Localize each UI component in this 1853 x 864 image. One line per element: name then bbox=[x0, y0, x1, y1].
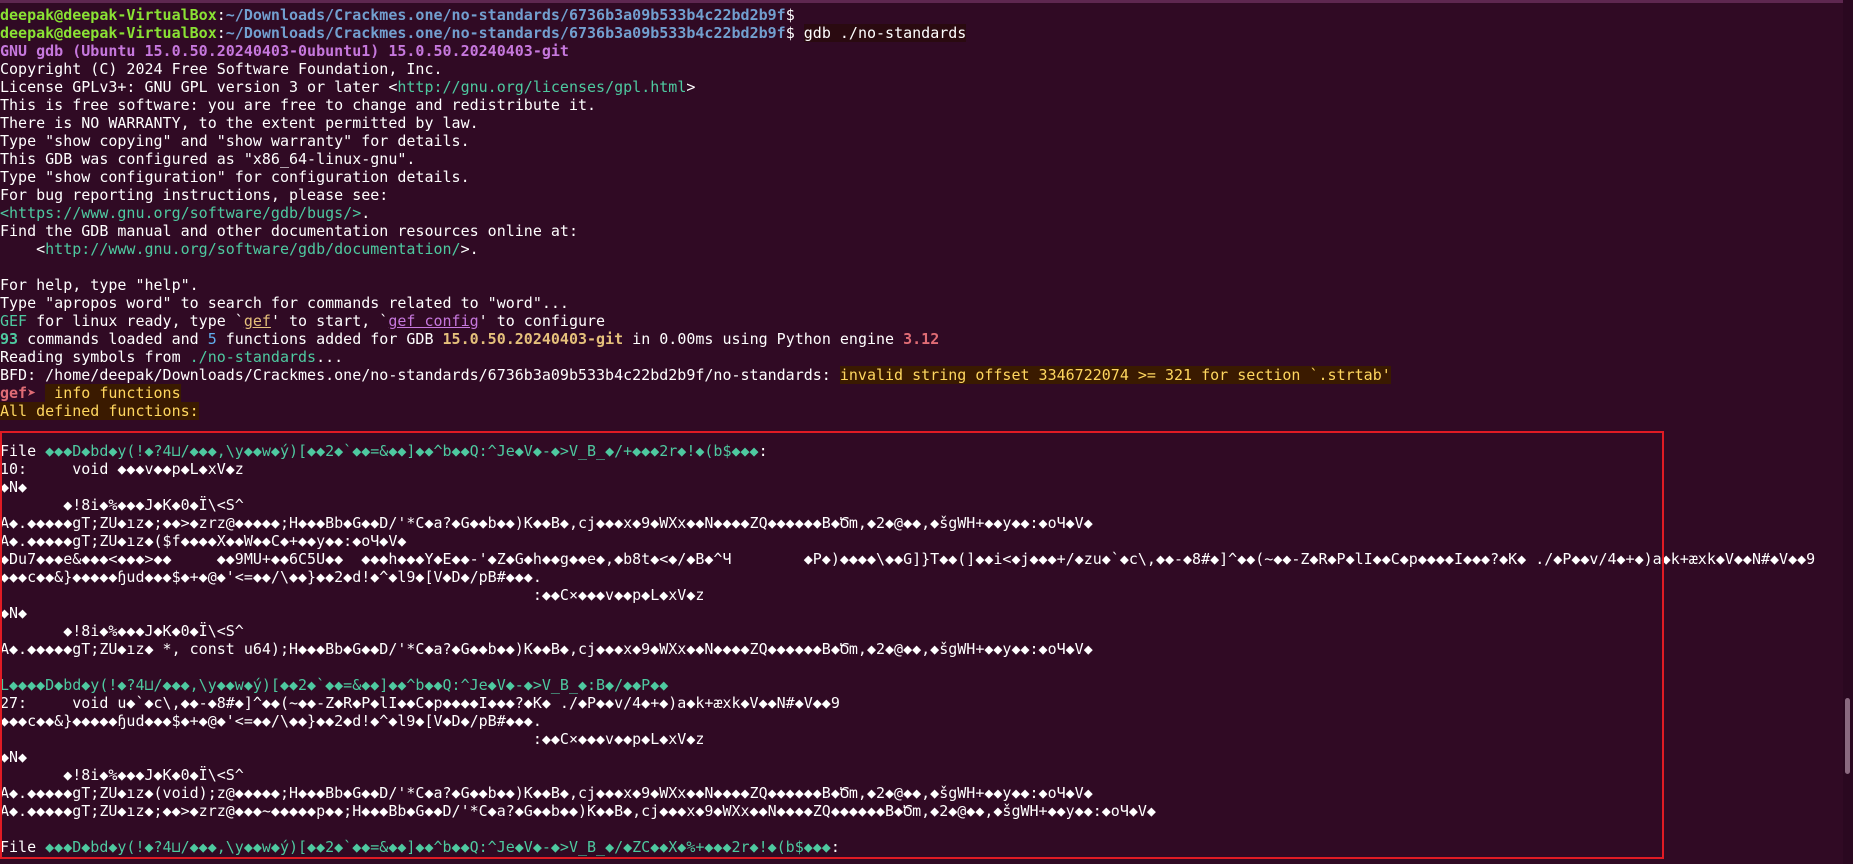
no-warranty-line: There is NO WARRANTY, to the extent perm… bbox=[0, 114, 479, 132]
gef-config-command: gef config bbox=[388, 312, 479, 330]
prompt-path: ~/Downloads/Crackmes.one/no-standards/67… bbox=[225, 24, 786, 42]
apropos-line: Type "apropos word" to search for comman… bbox=[0, 294, 569, 312]
command-count: 93 bbox=[0, 330, 19, 348]
shell-prompt-line: deepak@deepak-VirtualBox:~/Downloads/Cra… bbox=[0, 24, 967, 42]
bfd-path: BFD: /home/deepak/Downloads/Crackmes.one… bbox=[0, 366, 840, 384]
prompt-symbol: $ bbox=[785, 6, 795, 24]
copyright-line: Copyright (C) 2024 Free Software Foundat… bbox=[0, 60, 443, 78]
configured-line: This GDB was configured as "x86_64-linux… bbox=[0, 150, 416, 168]
loaded-text: functions added for GDB bbox=[216, 330, 443, 348]
bfd-error-line: BFD: /home/deepak/Downloads/Crackmes.one… bbox=[0, 366, 1835, 384]
all-defined-heading: All defined functions: bbox=[0, 402, 199, 420]
gef-text: ' to start, ` bbox=[270, 312, 389, 330]
gef-ready-line: GEF for linux ready, type `gef' to start… bbox=[0, 312, 1835, 330]
gef-command: gef bbox=[243, 312, 271, 330]
find-manual-line: Find the GDB manual and other documentat… bbox=[0, 222, 578, 240]
bug-link[interactable]: <https://www.gnu.org/software/gdb/bugs/> bbox=[0, 204, 361, 222]
highlight-box bbox=[0, 431, 1664, 859]
doc-link[interactable]: http://www.gnu.org/software/gdb/document… bbox=[45, 240, 460, 258]
bfd-error-message: invalid string offset 3346722074 >= 321 … bbox=[839, 366, 1391, 384]
gef-text: ' to configure bbox=[478, 312, 606, 330]
doc-open: < bbox=[0, 240, 46, 258]
license-text: License GPLv3+: GNU GPL version 3 or lat… bbox=[0, 78, 398, 96]
scrollbar-thumb[interactable] bbox=[1845, 698, 1850, 774]
function-count: 5 bbox=[207, 330, 217, 348]
typed-command: gdb ./no-standards bbox=[803, 24, 967, 42]
reading-text: Reading symbols from bbox=[0, 348, 190, 366]
window-top-edge bbox=[0, 0, 1853, 3]
license-line: License GPLv3+: GNU GPL version 3 or lat… bbox=[0, 78, 1835, 96]
show-config-line: Type "show configuration" for configurat… bbox=[0, 168, 470, 186]
free-software-line: This is free software: you are free to c… bbox=[0, 96, 597, 114]
loaded-text: in 0.00ms using Python engine bbox=[623, 330, 904, 348]
gef-text: for linux ready, type ` bbox=[27, 312, 244, 330]
prompt-user: deepak@deepak-VirtualBox bbox=[0, 6, 217, 24]
show-copying-line: Type "show copying" and "show warranty" … bbox=[0, 132, 470, 150]
shell-prompt-line: deepak@deepak-VirtualBox:~/Downloads/Cra… bbox=[0, 6, 795, 24]
doc-close: >. bbox=[460, 240, 479, 258]
reading-symbols-line: Reading symbols from ./no-standards... bbox=[0, 348, 1835, 366]
typed-command: info functions bbox=[45, 384, 181, 402]
gef-prompt-line: gef➤ info functions bbox=[0, 384, 1835, 402]
bug-dot: . bbox=[361, 204, 371, 222]
prompt-path: ~/Downloads/Crackmes.one/no-standards/67… bbox=[225, 6, 786, 24]
commands-loaded-line: 93 commands loaded and 5 functions added… bbox=[0, 330, 1835, 348]
help-line: For help, type "help". bbox=[0, 276, 199, 294]
gef-prompt: gef➤ bbox=[0, 384, 46, 402]
reading-file: ./no-standards bbox=[189, 348, 317, 366]
doc-url-line: <http://www.gnu.org/software/gdb/documen… bbox=[0, 240, 1835, 258]
gdb-version: GNU gdb (Ubuntu 15.0.50.20240403-0ubuntu… bbox=[0, 42, 569, 60]
bug-url-line: <https://www.gnu.org/software/gdb/bugs/>… bbox=[0, 204, 1835, 222]
gdb-version-number: 15.0.50.20240403-git bbox=[442, 330, 624, 348]
prompt-symbol: $ bbox=[785, 24, 795, 42]
python-version: 3.12 bbox=[903, 330, 940, 348]
gef-name: GEF bbox=[0, 312, 28, 330]
bug-report-line: For bug reporting instructions, please s… bbox=[0, 186, 389, 204]
prompt-user: deepak@deepak-VirtualBox bbox=[0, 24, 217, 42]
loaded-text: commands loaded and bbox=[18, 330, 208, 348]
scrollbar[interactable] bbox=[1843, 0, 1853, 864]
license-link[interactable]: http://gnu.org/licenses/gpl.html bbox=[397, 78, 686, 96]
reading-ellipsis: ... bbox=[316, 348, 344, 366]
license-close: > bbox=[686, 78, 696, 96]
